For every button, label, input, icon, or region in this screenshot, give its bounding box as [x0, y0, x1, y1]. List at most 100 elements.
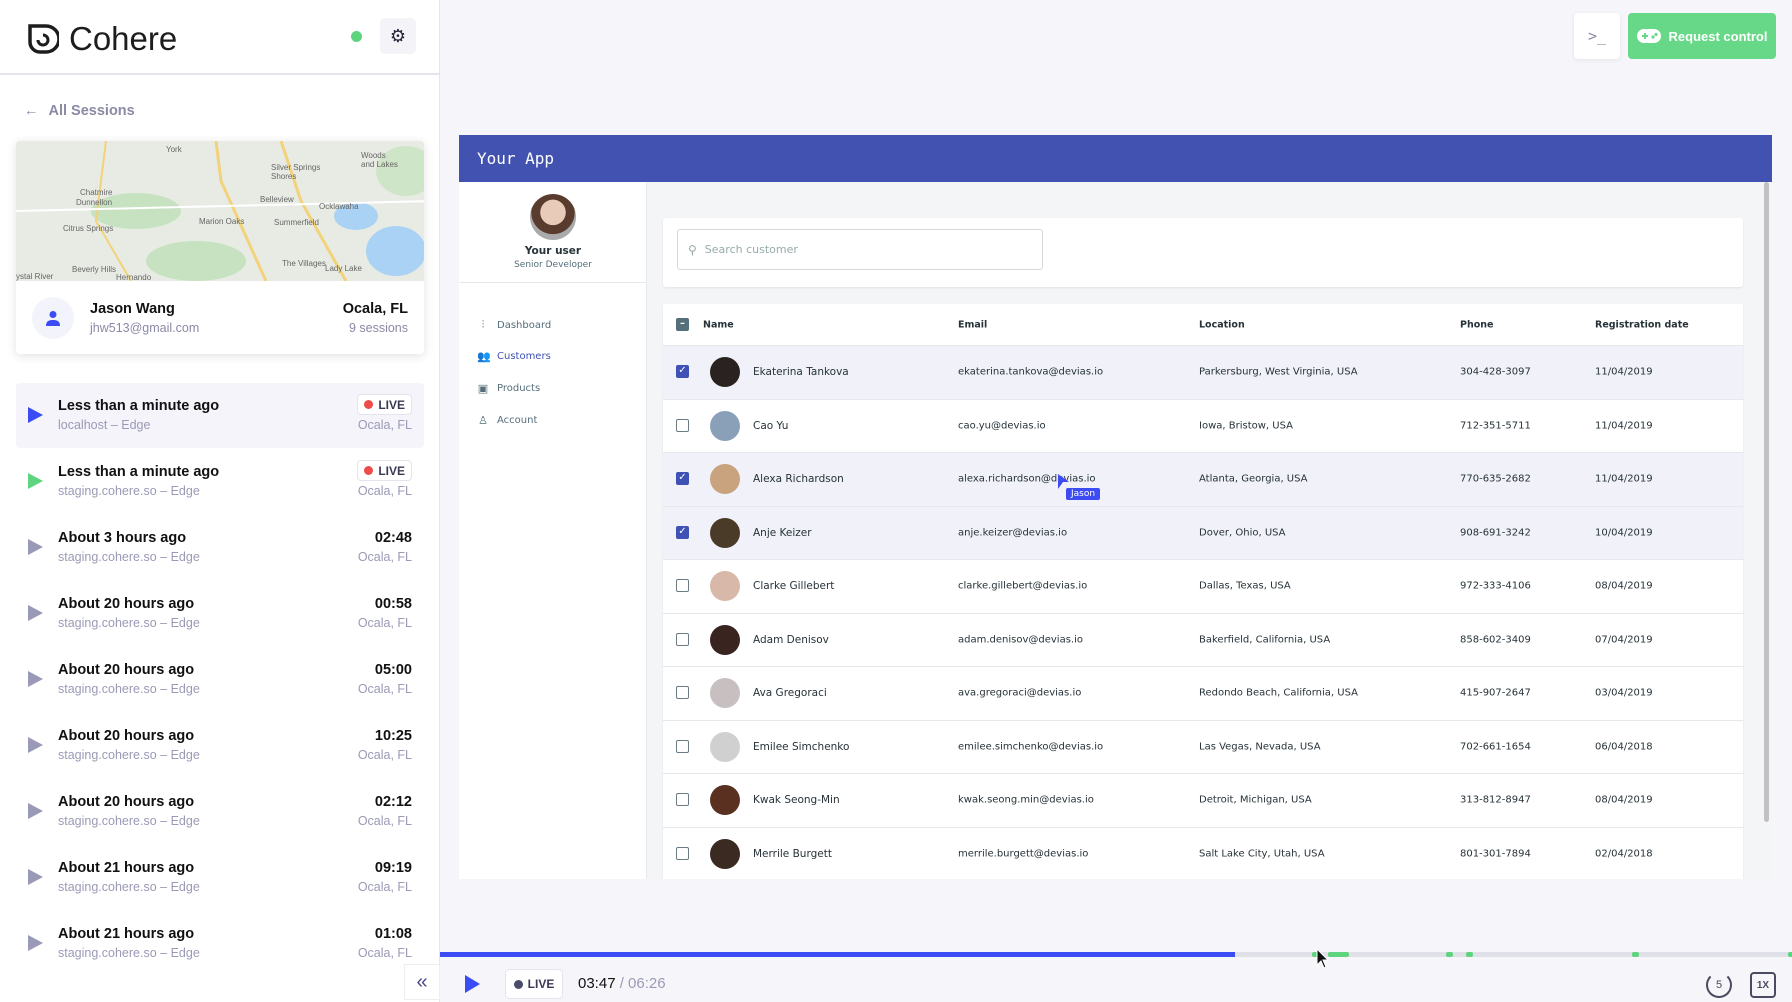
- session-location: Ocala, FL: [357, 484, 412, 498]
- search-customer-input[interactable]: ⚲ Search customer: [677, 229, 1043, 270]
- cell-name: Alexa Richardson: [753, 473, 844, 486]
- event-marker[interactable]: [1787, 952, 1792, 957]
- session-source: staging.cohere.so – Edge: [58, 880, 200, 894]
- table-header: – Name Email Location Phone Registration date: [663, 304, 1743, 346]
- session-location: Ocala, FL: [357, 616, 412, 630]
- table-row[interactable]: ✓ Alexa Richardson alexa.richardson@devias…: [663, 453, 1743, 507]
- user-session-count: 9 sessions: [348, 321, 408, 335]
- cohere-logo[interactable]: Cohere: [27, 20, 177, 58]
- nav-item-customers[interactable]: 👥 Customers: [477, 350, 551, 363]
- live-badge: LIVE: [357, 460, 412, 481]
- cohere-logo-icon: [28, 24, 59, 54]
- session-item[interactable]: About 20 hours ago staging.cohere.so – Ed…: [16, 779, 424, 844]
- row-checkbox[interactable]: [676, 793, 689, 807]
- nav-item-dashboard[interactable]: ⫶ Dashboard: [477, 318, 552, 332]
- table-row[interactable]: Merrile Burgett merrile.burgett@devias.io…: [663, 828, 1743, 880]
- session-item[interactable]: Less than a minute ago staging.cohere.so …: [16, 449, 424, 514]
- cell-email: kwak.seong.min@devias.io: [958, 794, 1094, 806]
- column-header[interactable]: Location: [1199, 319, 1245, 330]
- cell-email: cao.yu@devias.io: [958, 420, 1046, 432]
- search-placeholder: Search customer: [704, 243, 798, 256]
- session-item[interactable]: About 21 hours ago staging.cohere.so – Ed…: [16, 845, 424, 910]
- column-header[interactable]: Phone: [1460, 319, 1493, 330]
- column-header[interactable]: Registration date: [1595, 319, 1689, 330]
- location-map[interactable]: York Silver Springs Shores Woods and Lak…: [16, 141, 424, 282]
- bar-chart-icon: ⫶: [481, 318, 485, 331]
- table-row[interactable]: Adam Denisov adam.denisov@devias.io Bakerf…: [663, 614, 1743, 667]
- session-location: Ocala, FL: [357, 550, 412, 564]
- session-item[interactable]: About 3 hours ago staging.cohere.so – Edg…: [16, 515, 424, 580]
- map-label: Hernando: [116, 273, 152, 282]
- map-label: York: [166, 145, 182, 154]
- settings-button[interactable]: ⚙: [380, 18, 416, 54]
- cell-date: 10/04/2019: [1595, 527, 1653, 539]
- request-control-label: Request control: [1668, 28, 1768, 44]
- collapse-sidebar-button[interactable]: «: [404, 964, 440, 1000]
- all-sessions-link[interactable]: ← All Sessions: [24, 103, 135, 119]
- event-marker[interactable]: [1328, 952, 1349, 957]
- table-row[interactable]: ✓ Anje Keizer anje.keizer@devias.io Dover, …: [663, 506, 1743, 560]
- select-all-checkbox[interactable]: –: [676, 317, 689, 331]
- session-item[interactable]: About 20 hours ago staging.cohere.so – Ed…: [16, 647, 424, 712]
- live-dot: [513, 979, 523, 989]
- nav-item-account[interactable]: ♙ Account: [477, 414, 537, 427]
- row-checkbox[interactable]: ✓: [676, 472, 689, 486]
- skip-back-button[interactable]: 5: [1706, 972, 1732, 998]
- map-label: Ocklawaha: [319, 202, 359, 211]
- user-name: Jason Wang: [90, 301, 175, 317]
- cell-email: anje.keizer@devias.io: [958, 527, 1068, 539]
- table-row[interactable]: ✓ Ekaterina Tankova ekaterina.tankova@devi…: [663, 346, 1743, 400]
- scrollbar[interactable]: [1764, 182, 1769, 822]
- cell-phone: 313-812-8947: [1460, 794, 1531, 806]
- session-source: staging.cohere.so – Edge: [58, 814, 200, 828]
- column-header[interactable]: Email: [958, 319, 987, 330]
- row-checkbox[interactable]: [676, 632, 689, 646]
- profile-role: Senior Developer: [514, 260, 592, 270]
- row-checkbox[interactable]: [676, 686, 689, 700]
- row-checkbox[interactable]: [676, 846, 689, 860]
- row-checkbox[interactable]: ✓: [676, 525, 689, 539]
- table-row[interactable]: Emilee Simchenko emilee.simchenko@devias.…: [663, 721, 1743, 774]
- play-button[interactable]: [465, 975, 480, 993]
- terminal-button[interactable]: >_: [1574, 13, 1620, 59]
- nav-label: Dashboard: [497, 319, 552, 331]
- session-item[interactable]: Less than a minute ago localhost – Edge LI…: [16, 383, 424, 448]
- cell-name: Ava Gregoraci: [753, 687, 827, 700]
- session-item[interactable]: About 20 hours ago staging.cohere.so – Ed…: [16, 713, 424, 778]
- row-checkbox[interactable]: [676, 739, 689, 753]
- cell-date: 08/04/2019: [1595, 580, 1653, 592]
- table-row[interactable]: Ava Gregoraci ava.gregoraci@devias.io Redo…: [663, 667, 1743, 721]
- table-row[interactable]: Kwak Seong-Min kwak.seong.min@devias.io De…: [663, 774, 1743, 828]
- session-source: localhost – Edge: [58, 418, 151, 432]
- row-checkbox[interactable]: ✓: [676, 365, 689, 379]
- arrow-left-icon: ←: [24, 103, 39, 119]
- row-checkbox[interactable]: [676, 418, 689, 432]
- session-duration: 00:58: [374, 596, 412, 612]
- row-checkbox[interactable]: [676, 579, 689, 593]
- current-time: 03:47: [578, 975, 616, 992]
- event-marker[interactable]: [1632, 952, 1640, 957]
- chevrons-left-icon: «: [416, 970, 428, 993]
- table-row[interactable]: Cao Yu cao.yu@devias.io Iowa, Bristow, USA…: [663, 400, 1743, 453]
- cell-phone: 304-428-3097: [1460, 366, 1531, 378]
- play-icon: [28, 407, 43, 423]
- session-item[interactable]: About 20 hours ago staging.cohere.so – Ed…: [16, 581, 424, 646]
- session-item[interactable]: About 21 hours ago staging.cohere.so – Ed…: [16, 911, 424, 976]
- nav-item-products[interactable]: ▣ Products: [477, 382, 540, 395]
- cell-name: Adam Denisov: [753, 633, 829, 646]
- playback-speed-button[interactable]: 1X: [1750, 972, 1776, 998]
- go-live-button[interactable]: LIVE: [505, 969, 563, 999]
- event-marker[interactable]: [1466, 952, 1473, 957]
- table-row[interactable]: Clarke Gillebert clarke.gillebert@devias.…: [663, 560, 1743, 614]
- search-card: ⚲ Search customer: [663, 218, 1743, 287]
- session-source: staging.cohere.so – Edge: [58, 550, 200, 564]
- avatar: [710, 838, 740, 869]
- avatar: [710, 678, 740, 709]
- column-header[interactable]: Name: [703, 319, 734, 330]
- live-badge: LIVE: [357, 394, 412, 415]
- cell-date: 08/04/2019: [1595, 794, 1653, 806]
- user-icon: ♙: [478, 414, 488, 427]
- event-marker[interactable]: [1445, 952, 1453, 957]
- avatar: [710, 731, 740, 762]
- request-control-button[interactable]: Request control: [1628, 13, 1776, 59]
